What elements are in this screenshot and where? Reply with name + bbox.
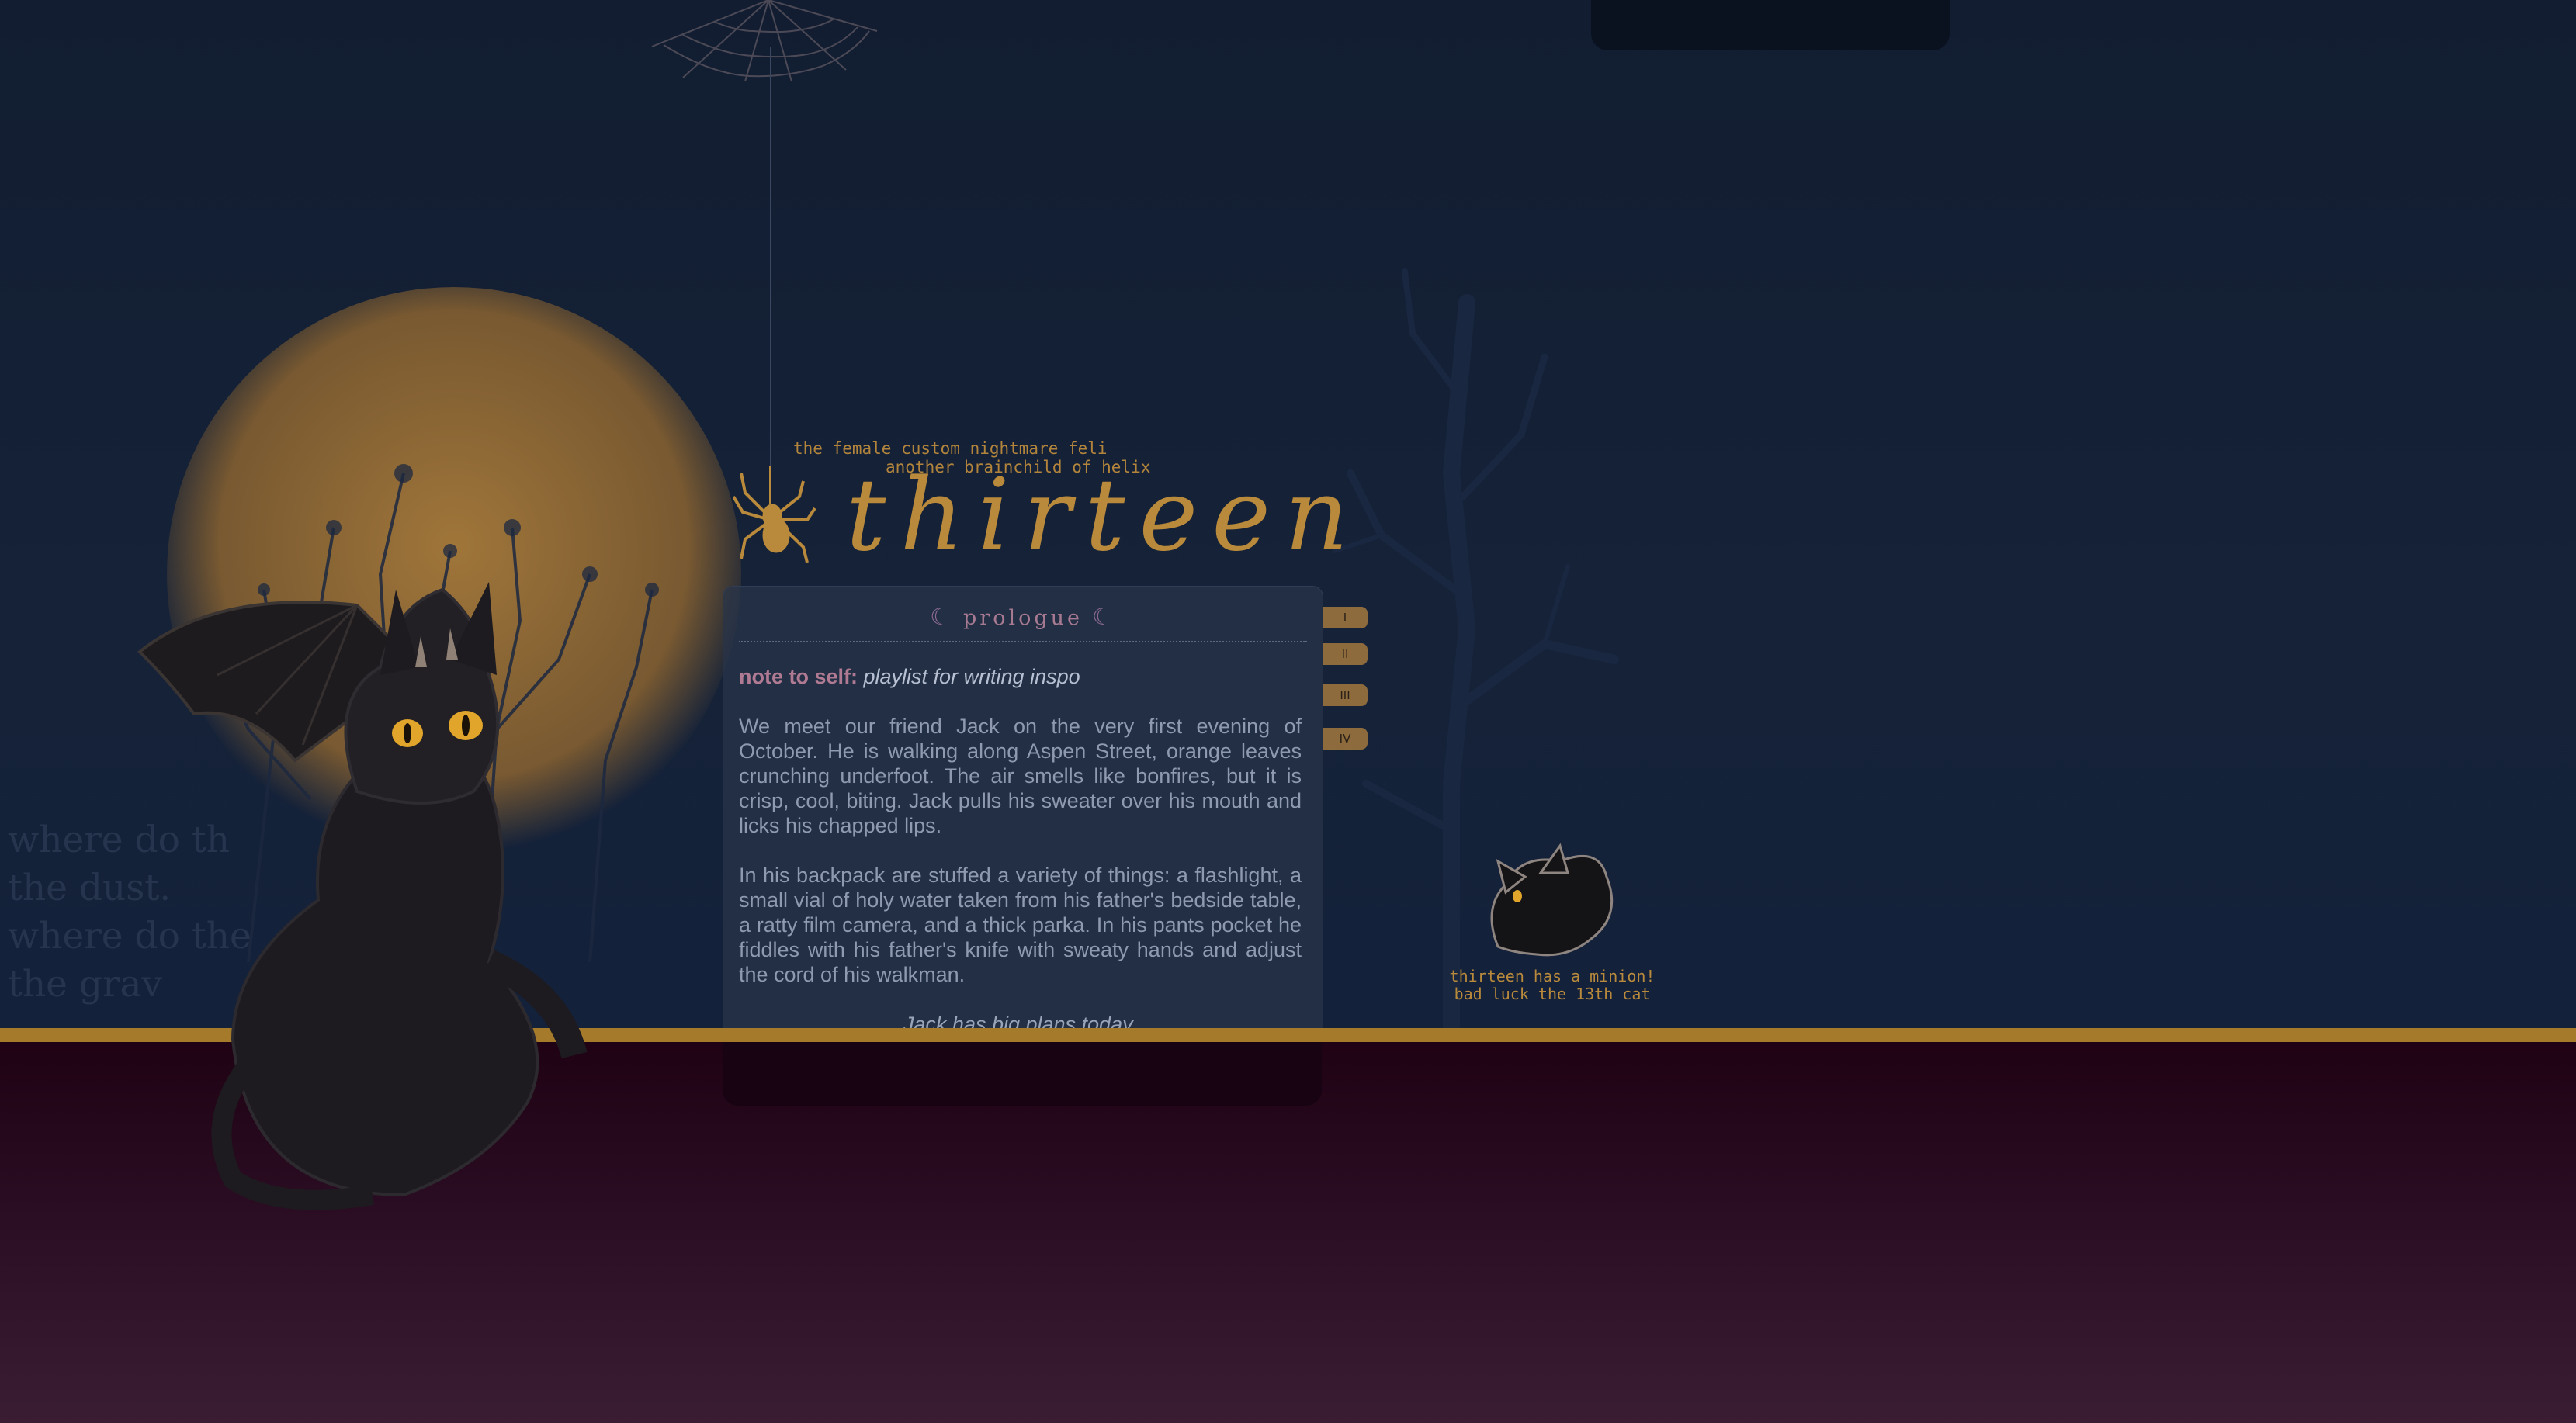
winged-cat-illustration [137, 582, 588, 1210]
panel-heading-label: prologue [963, 606, 1083, 630]
minion-caption: thirteen has a minion! bad luck the 13th… [1444, 968, 1661, 1003]
page-title: thirteen [846, 458, 1363, 573]
story-paragraph-1: We meet our friend Jack on the very firs… [739, 715, 1302, 837]
story-panel[interactable]: ☾ prologue ☾ note to self: playlist for wr… [723, 586, 1323, 1030]
spiderweb-icon [651, 0, 878, 82]
spider-thread [770, 47, 771, 481]
panel-body: note to self: playlist for writing inspo… [739, 664, 1302, 1030]
top-tab [1591, 0, 1950, 50]
chapter-tab-3[interactable]: III [1323, 684, 1368, 706]
story-closing-line: Jack has big plans today. [903, 1013, 1138, 1030]
crescent-moon-icon: ☾ [930, 604, 954, 631]
chapter-tab-1[interactable]: I [1323, 607, 1368, 628]
tagline-primary: the female custom nightmare feli [793, 439, 1108, 458]
chapter-tab-2[interactable]: II [1323, 643, 1368, 665]
panel-base [723, 1042, 1322, 1106]
note-to-self: note to self: playlist for writing inspo [739, 664, 1302, 689]
minion-cat-icon[interactable] [1475, 830, 1630, 962]
minion-caption-line-1: thirteen has a minion! [1449, 967, 1656, 985]
panel-heading: ☾ prologue ☾ [739, 604, 1307, 642]
crescent-moon-icon: ☾ [1092, 604, 1116, 631]
playlist-link[interactable]: playlist for writing inspo [864, 665, 1080, 688]
minion-caption-line-2: bad luck the 13th cat [1454, 985, 1651, 1003]
note-label: note to self: [739, 665, 858, 688]
chapter-tab-4[interactable]: IV [1323, 728, 1368, 750]
spider-icon [733, 466, 816, 563]
story-paragraph-2: In his backpack are stuffed a variety of… [739, 864, 1302, 986]
